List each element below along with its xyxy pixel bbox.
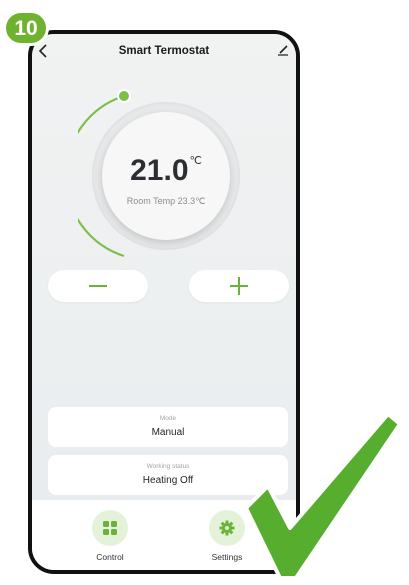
page-title: Smart Termostat [118, 45, 210, 57]
nav-label-control: Control [96, 552, 124, 562]
instruction-canvas: 10 Smart Termostat 21.0℃ Room Temp 23.3℃… [0, 0, 409, 585]
control-icon-background [92, 510, 128, 546]
app-header: Smart Termostat [32, 34, 296, 68]
pencil-icon[interactable] [276, 43, 290, 57]
nav-item-control[interactable]: Control [70, 510, 150, 566]
setpoint-value: 21.0 [130, 154, 189, 187]
checkmark-icon [244, 412, 402, 580]
decrease-temperature-button[interactable] [48, 270, 148, 302]
temperature-dial[interactable]: 21.0℃ Room Temp 23.3℃ [78, 88, 254, 264]
step-number-badge: 10 [3, 10, 49, 46]
setpoint-unit: ℃ [189, 155, 202, 167]
step-number: 10 [14, 17, 38, 40]
room-temperature: Room Temp 23.3℃ [126, 196, 206, 206]
increase-temperature-button[interactable] [189, 270, 289, 302]
grid-icon [103, 521, 117, 535]
minus-icon [89, 285, 107, 287]
setpoint-temperature: 21.0℃ [78, 154, 254, 188]
